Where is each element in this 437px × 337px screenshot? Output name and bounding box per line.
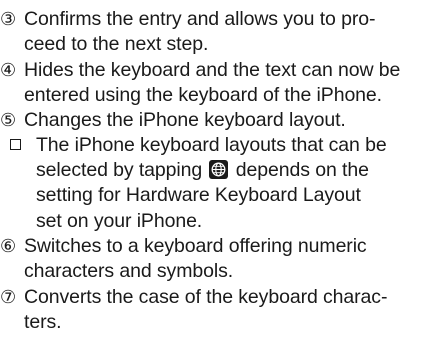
item-5-line-1: Changes the iPhone keyboard layout. <box>24 109 346 131</box>
note-block: The iPhone keyboard layouts that can be … <box>10 133 436 234</box>
note-line-3: setting for Hardware Keyboard Layout <box>36 184 361 207</box>
item-4-line-2: entered using the keyboard of the iPhone… <box>24 84 382 107</box>
item-6-line-2: characters and symbols. <box>24 260 234 283</box>
item-3-line-1: Confirms the entry and allows you to pro… <box>24 8 376 30</box>
item-number-3: ③ <box>0 9 17 30</box>
manual-page: ③ Confirms the entry and allows you to p… <box>0 0 437 337</box>
item-number-5: ⑤ <box>0 110 17 131</box>
item-4-line-1: Hides the keyboard and the text can now … <box>24 59 401 81</box>
item-6-line-1: Switches to a keyboard offering numeric <box>24 235 367 257</box>
list-item-5: ⑤ Changes the iPhone keyboard layout. <box>0 108 436 133</box>
list-item-7: ⑦ Converts the case of the keyboard char… <box>0 285 436 335</box>
note-line-4: set on your iPhone. <box>36 209 203 232</box>
item-7-line-2: ters. <box>24 311 62 334</box>
globe-icon <box>209 160 229 180</box>
item-number-7: ⑦ <box>0 287 17 308</box>
list-item-4: ④ Hides the keyboard and the text can no… <box>0 58 436 108</box>
checkbox-square-icon <box>10 139 21 150</box>
note-line-1: The iPhone keyboard layouts that can be <box>36 134 387 156</box>
list-item-3: ③ Confirms the entry and allows you to p… <box>0 7 436 57</box>
note-line-2-before: selected by tapping <box>36 159 208 182</box>
note-line-2: selected by tapping depends on the <box>36 158 436 183</box>
item-number-4: ④ <box>0 60 17 81</box>
list-item-6: ⑥ Switches to a keyboard offering numeri… <box>0 234 436 284</box>
item-7-line-1: Converts the case of the keyboard charac… <box>24 286 388 308</box>
item-3-line-2: ceed to the next step. <box>24 33 209 56</box>
note-line-2-after: depends on the <box>230 159 369 182</box>
item-number-6: ⑥ <box>0 236 17 257</box>
